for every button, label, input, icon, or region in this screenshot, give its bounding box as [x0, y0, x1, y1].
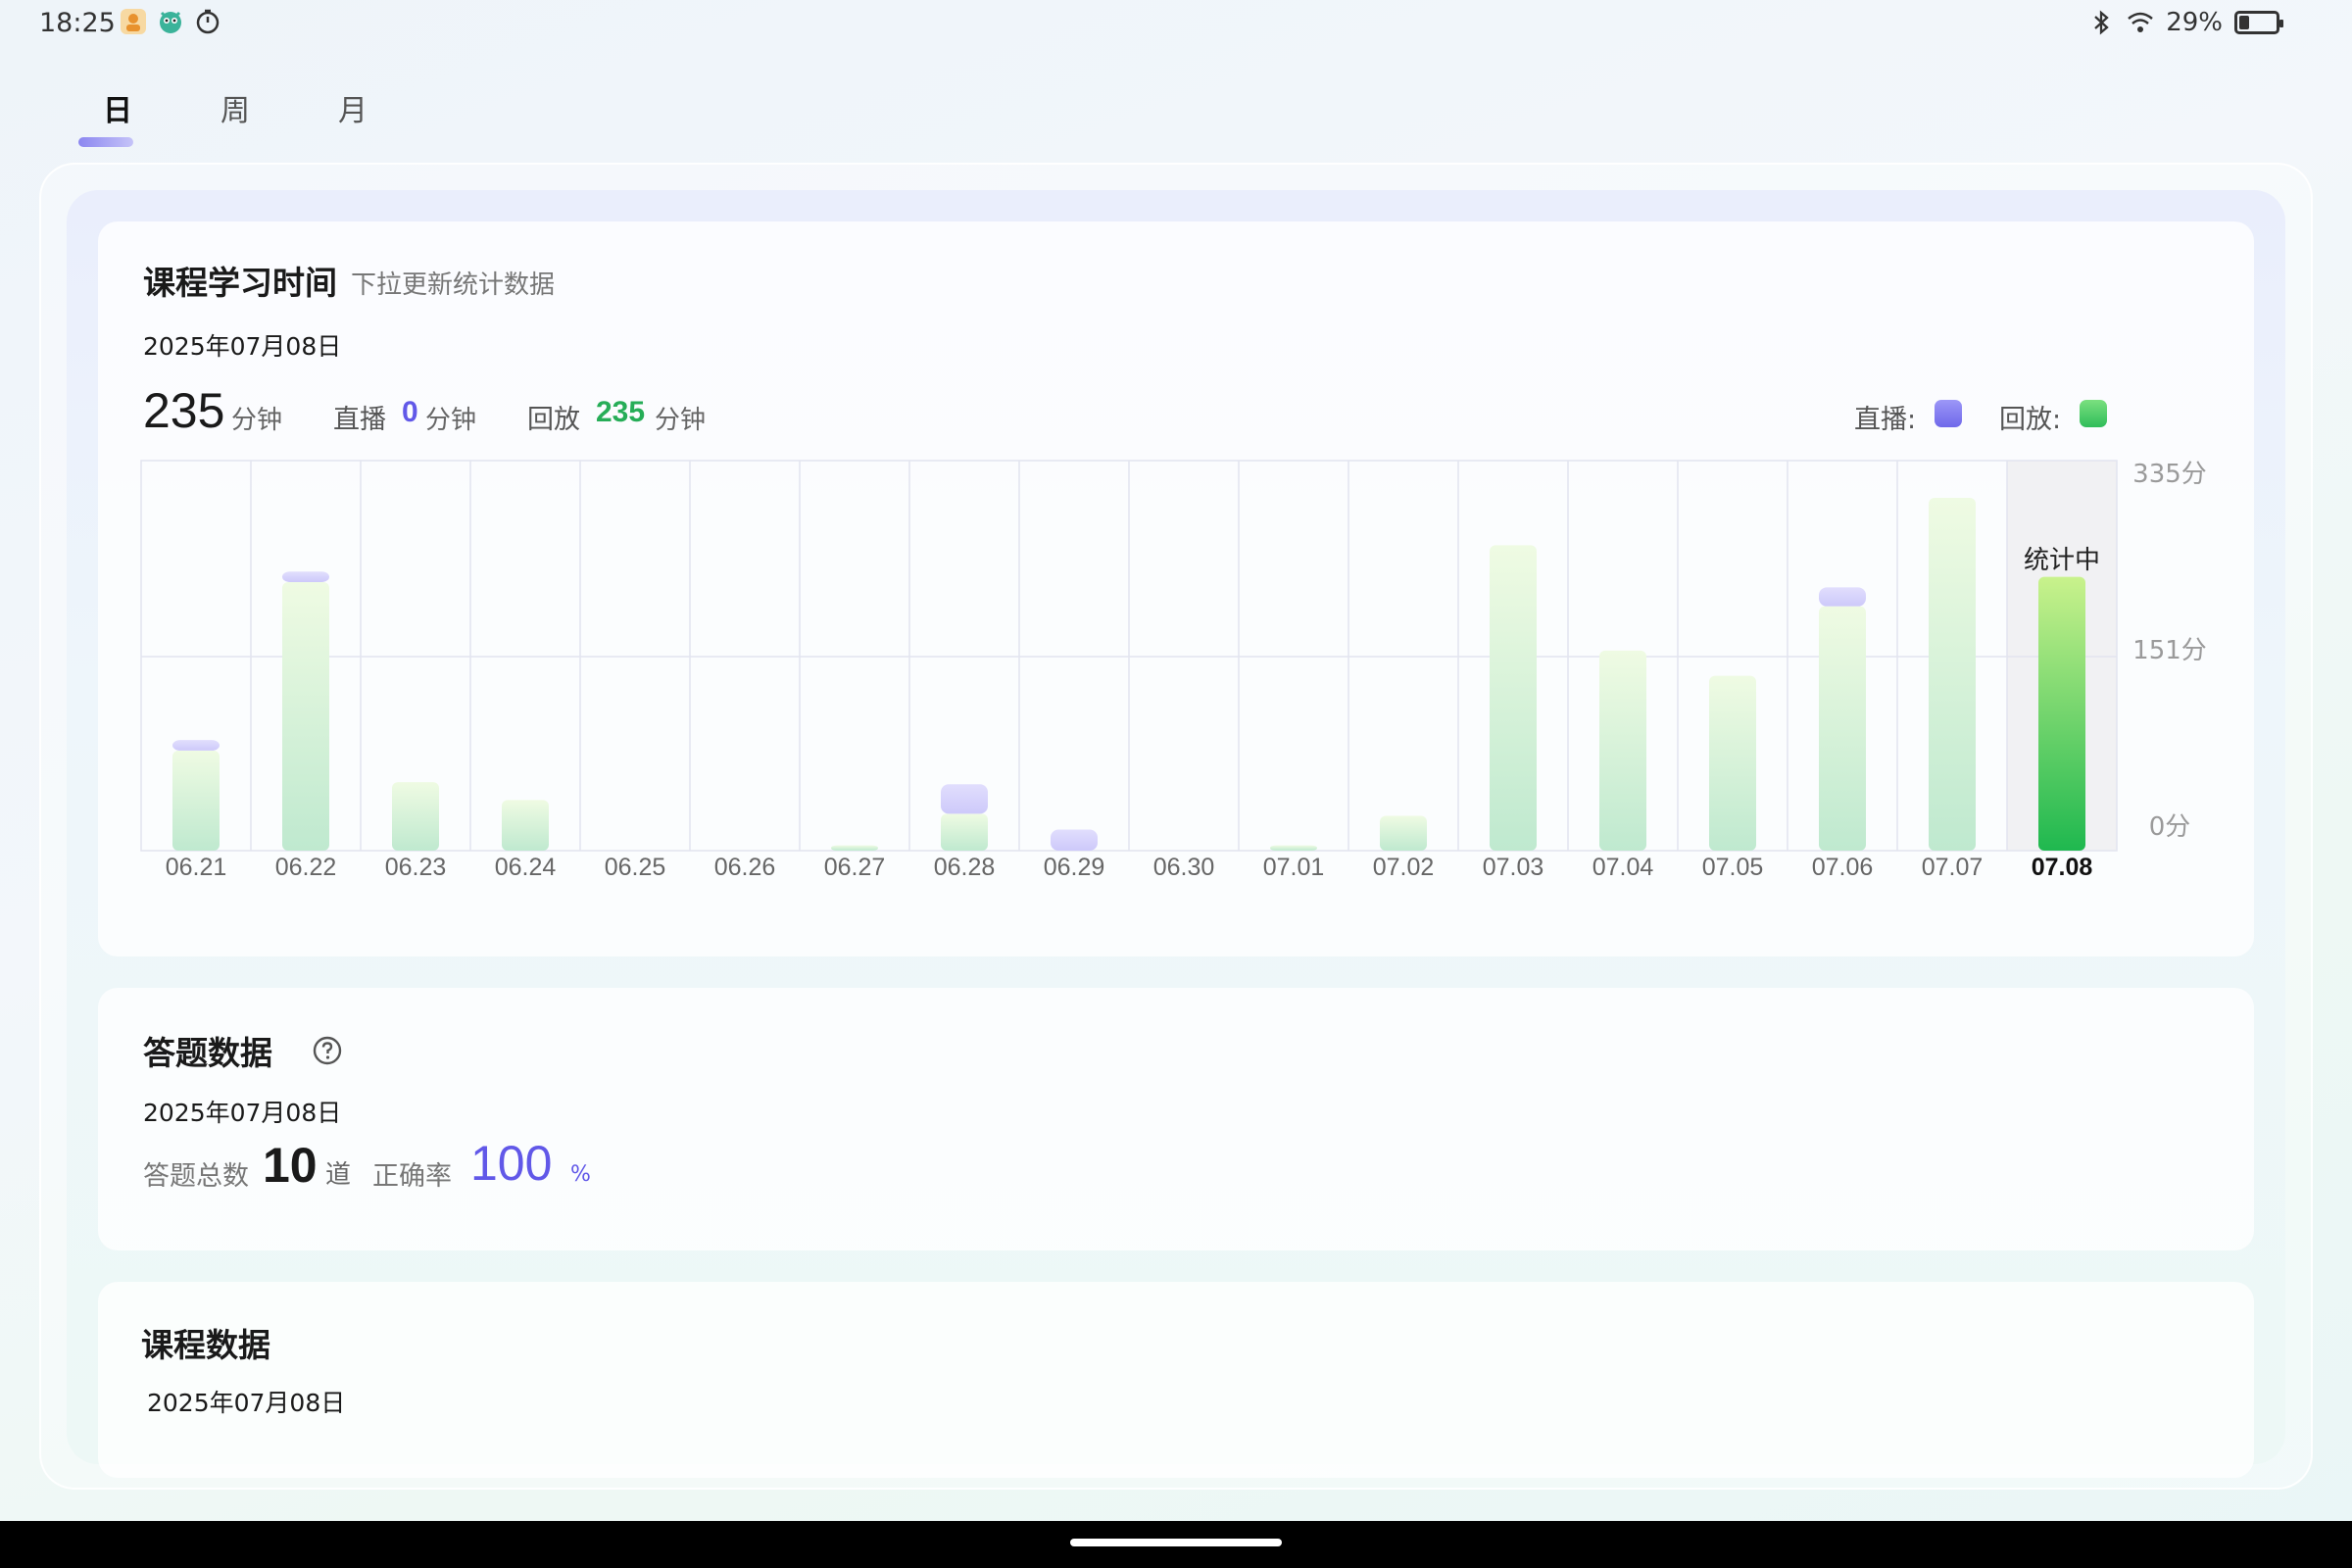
y-tick-label: 335分 [2132, 460, 2207, 489]
x-tick-label: 07.05 [1702, 854, 1764, 881]
y-tick-label: 151分 [2132, 636, 2207, 665]
bar-live [282, 571, 329, 582]
bar-replay [392, 782, 439, 851]
quiz-total-value: 10 [263, 1138, 318, 1193]
quiz-date: 2025年07月08日 [143, 1099, 342, 1127]
x-tick-label: 06.28 [934, 854, 996, 881]
quiz-title: 答题数据 [143, 1034, 272, 1072]
x-tick-label: 07.07 [1922, 854, 1984, 881]
bar-replay [1490, 545, 1537, 851]
study-time-chart[interactable]: 335分 151分 0分 06.21 06.22 06.23 06.24 06.25 06.26… [0, 0, 2352, 980]
bar-replay [831, 845, 878, 851]
accuracy-label: 正确率 [372, 1161, 452, 1192]
quiz-total-unit: 道 [325, 1160, 352, 1190]
bar-live [941, 784, 988, 814]
x-tick-label: 06.27 [824, 854, 886, 881]
bar-replay [502, 800, 549, 851]
x-tick-label: 06.29 [1044, 854, 1105, 881]
bar-replay [1599, 650, 1646, 851]
y-tick-label: 0分 [2149, 812, 2191, 842]
bar-replay [1270, 845, 1317, 851]
course-title: 课程数据 [141, 1326, 270, 1364]
x-tick-label: 06.30 [1153, 854, 1215, 881]
x-tick-label: 06.25 [605, 854, 666, 881]
x-tick-label: 07.02 [1373, 854, 1435, 881]
accuracy-unit: % [570, 1162, 591, 1187]
bar-live [1819, 587, 1866, 607]
x-tick-label: 07.03 [1483, 854, 1544, 881]
help-icon[interactable] [312, 1035, 343, 1066]
x-tick-label: 06.22 [275, 854, 337, 881]
bar-replay [282, 581, 329, 851]
bar-live [1051, 829, 1098, 851]
bar-replay [2038, 576, 2085, 851]
quiz-card [98, 988, 2254, 1250]
home-gesture-bar[interactable] [1070, 1539, 1282, 1546]
bar-replay [941, 813, 988, 851]
x-tick-label: 07.04 [1592, 854, 1654, 881]
bar-replay [1929, 498, 1976, 851]
x-tick-label: 07.08 [2032, 854, 2093, 881]
bar-replay [172, 750, 220, 851]
quiz-total-label: 答题总数 [143, 1161, 249, 1192]
bar-replay [1709, 675, 1756, 851]
course-card [98, 1282, 2254, 1478]
accuracy-value: 100 [470, 1136, 553, 1191]
x-tick-label: 07.06 [1812, 854, 1874, 881]
bar-replay [1819, 606, 1866, 851]
x-tick-label: 06.23 [385, 854, 447, 881]
bar-replay [1380, 815, 1427, 851]
x-tick-label: 06.26 [714, 854, 776, 881]
x-tick-label: 07.01 [1263, 854, 1325, 881]
x-tick-label: 06.21 [166, 854, 227, 881]
x-tick-label: 06.24 [495, 854, 557, 881]
bar-live [172, 740, 220, 751]
course-date: 2025年07月08日 [147, 1389, 346, 1417]
counting-label: 统计中 [2024, 546, 2100, 575]
